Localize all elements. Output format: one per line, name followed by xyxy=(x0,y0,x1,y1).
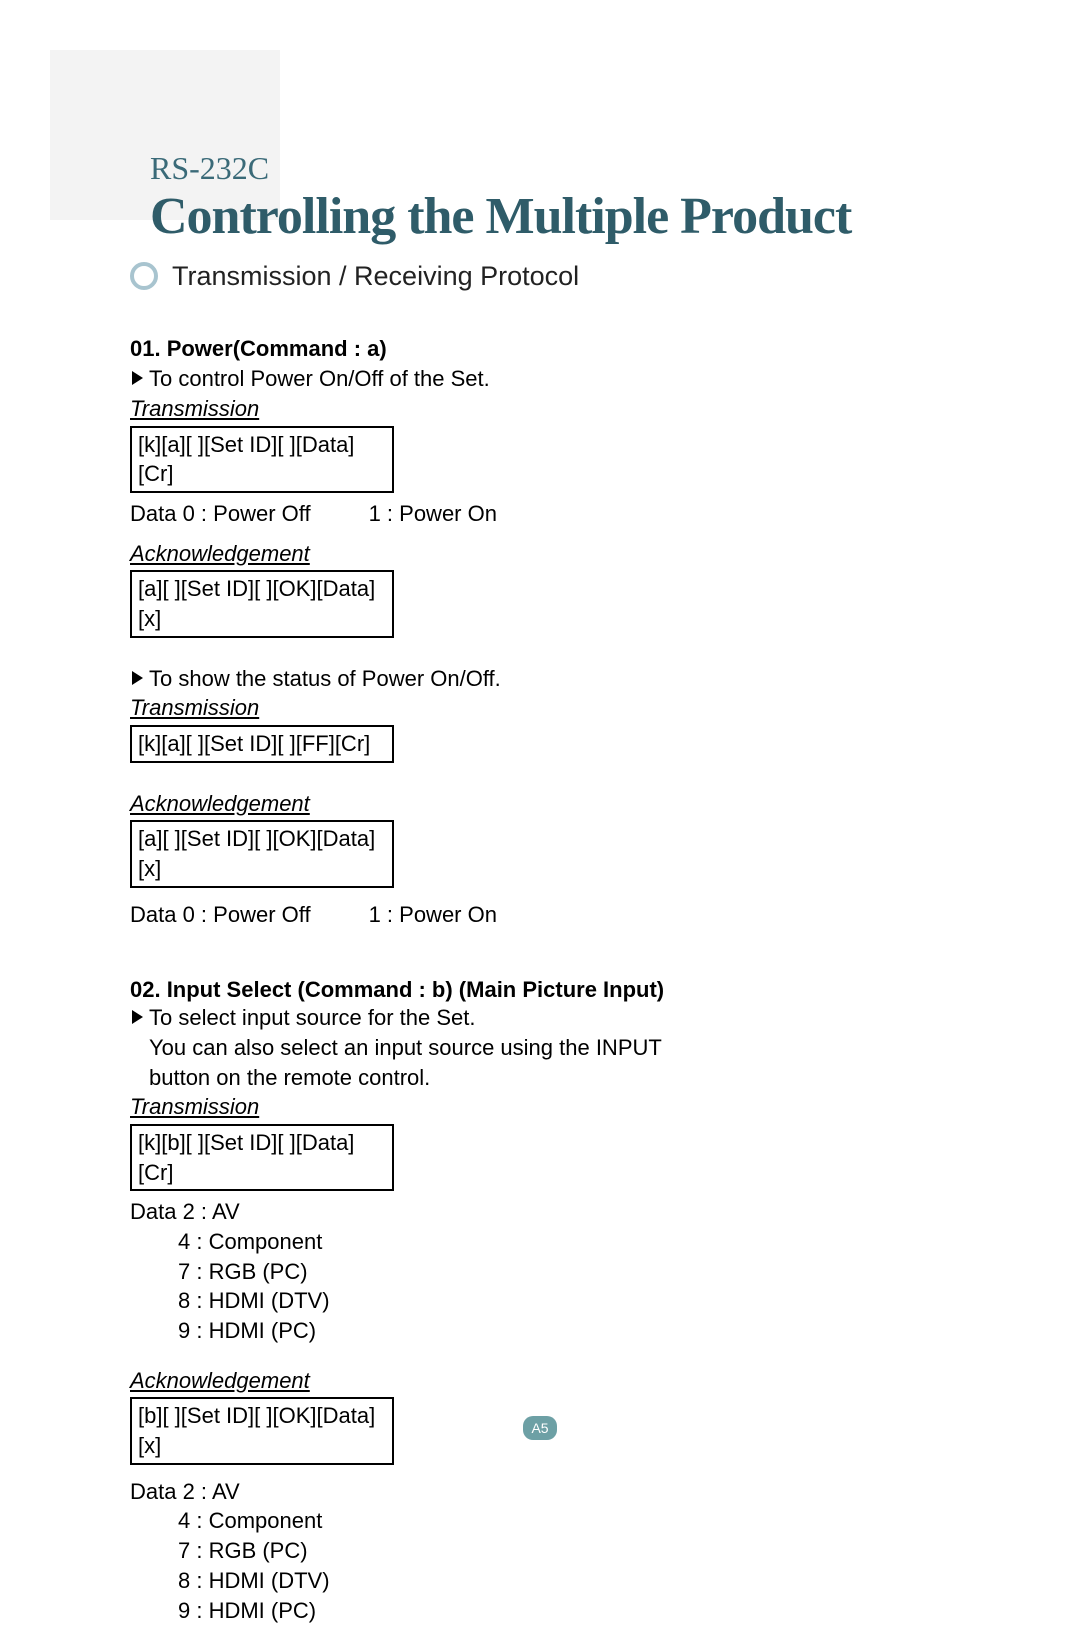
cmd2-list1: Data 2 : AV 4 : Component 7 : RGB (PC) 8… xyxy=(130,1197,950,1345)
cmd2-list1-7: 7 : RGB (PC) xyxy=(130,1257,950,1287)
cmd1-data2-b: 1 : Power On xyxy=(369,900,497,930)
cmd1-data-row: Data 0 : Power Off 1 : Power On xyxy=(130,499,950,529)
page-header: RS-232C Controlling the Multiple Product xyxy=(150,150,980,246)
cmd2-list1-8: 8 : HDMI (DTV) xyxy=(130,1286,950,1316)
cmd1-data-a: Data 0 : Power Off xyxy=(130,499,311,529)
cmd2-list2-head: Data 2 : AV xyxy=(130,1477,950,1507)
cmd1-tx2-label: Transmission xyxy=(130,693,950,723)
cmd2-list2-9: 9 : HDMI (PC) xyxy=(130,1596,950,1625)
cmd2-list1-4: 4 : Component xyxy=(130,1227,950,1257)
cmd1-tx1-label: Transmission xyxy=(130,394,950,424)
triangle-icon xyxy=(132,671,143,685)
header-title: Controlling the Multiple Product xyxy=(150,187,851,246)
cmd2-list2-4: 4 : Component xyxy=(130,1506,950,1536)
cmd1-desc2: To show the status of Power On/Off. xyxy=(132,664,950,694)
cmd1-tx1-box: [k][a][ ][Set ID][ ][Data][Cr] xyxy=(130,426,394,493)
cmd2-tx-label: Transmission xyxy=(130,1092,950,1122)
cmd1-data2-row: Data 0 : Power Off 1 : Power On xyxy=(130,900,950,930)
cmd1-desc1-text: To control Power On/Off of the Set. xyxy=(149,364,490,394)
page-number-container: A5 xyxy=(0,1416,1080,1440)
header-prefix: RS-232C xyxy=(150,150,269,187)
cmd2-ack-label: Acknowledgement xyxy=(130,1366,950,1396)
cmd2-list2: Data 2 : AV 4 : Component 7 : RGB (PC) 8… xyxy=(130,1477,950,1625)
cmd2-list1-head: Data 2 : AV xyxy=(130,1197,950,1227)
cmd2-list2-7: 7 : RGB (PC) xyxy=(130,1536,950,1566)
cmd1-data2-a: Data 0 : Power Off xyxy=(130,900,311,930)
cmd2-desc1b: You can also select an input source usin… xyxy=(149,1035,662,1060)
cmd1-desc2-text: To show the status of Power On/Off. xyxy=(149,664,501,694)
cmd1-ack1-box: [a][ ][Set ID][ ][OK][Data][x] xyxy=(130,570,394,637)
page: RS-232C Controlling the Multiple Product… xyxy=(0,0,1080,1528)
cmd1-title: 01. Power(Command : a) xyxy=(130,334,950,364)
cmd1-ack1-label: Acknowledgement xyxy=(130,539,950,569)
circle-icon xyxy=(130,262,158,290)
cmd2-tx-box: [k][b][ ][Set ID][ ][Data][Cr] xyxy=(130,1124,394,1191)
cmd1-ack2-label: Acknowledgement xyxy=(130,789,950,819)
cmd2-desc1a: To select input source for the Set. xyxy=(149,1005,476,1030)
cmd2-desc1c: button on the remote control. xyxy=(149,1065,430,1090)
cmd2-desc1: To select input source for the Set. You … xyxy=(132,1003,950,1092)
triangle-icon xyxy=(132,1010,143,1024)
cmd1-tx2-box: [k][a][ ][Set ID][ ][FF][Cr] xyxy=(130,725,394,763)
cmd1-ack2-box: [a][ ][Set ID][ ][OK][Data][x] xyxy=(130,820,394,887)
cmd2-title: 02. Input Select (Command : b) (Main Pic… xyxy=(130,975,950,1005)
triangle-icon xyxy=(132,371,143,385)
cmd1-data-b: 1 : Power On xyxy=(369,499,497,529)
page-number: A5 xyxy=(523,1416,556,1440)
cmd1-desc1: To control Power On/Off of the Set. xyxy=(132,364,950,394)
cmd2-list2-8: 8 : HDMI (DTV) xyxy=(130,1566,950,1596)
section-heading: Transmission / Receiving Protocol xyxy=(130,258,950,294)
cmd1-block: 01. Power(Command : a) To control Power … xyxy=(130,334,950,929)
cmd2-list1-9: 9 : HDMI (PC) xyxy=(130,1316,950,1346)
section-title: Transmission / Receiving Protocol xyxy=(172,258,579,294)
